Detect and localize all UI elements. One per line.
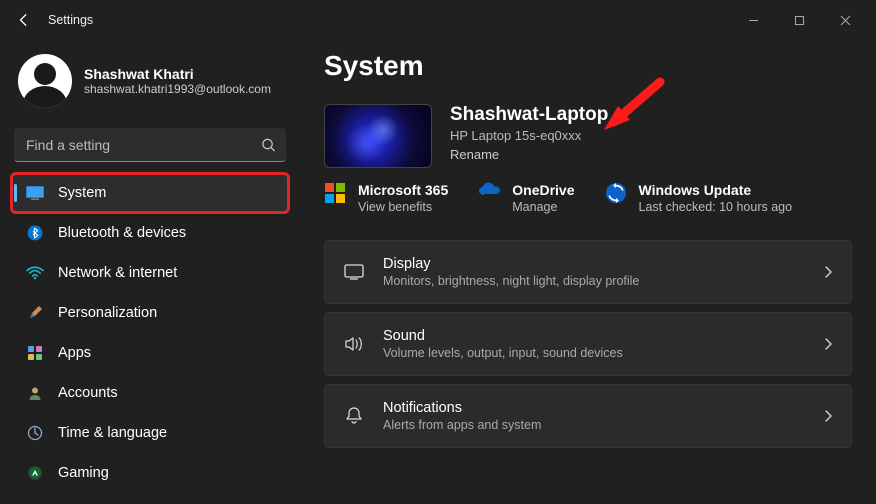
service-title: Windows Update	[639, 182, 793, 198]
window-controls	[730, 4, 868, 36]
display-icon	[343, 264, 365, 280]
close-icon	[840, 15, 851, 26]
sidebar-item-personalization[interactable]: Personalization	[12, 294, 288, 332]
search-wrap	[14, 128, 286, 162]
service-sub: Manage	[512, 200, 574, 214]
avatar	[18, 54, 72, 108]
device-model: HP Laptop 15s-eq0xxx	[450, 128, 608, 143]
settings-card-notifications[interactable]: Notifications Alerts from apps and syste…	[324, 384, 852, 448]
sidebar-item-label: Gaming	[58, 465, 109, 481]
page-title: System	[324, 50, 852, 82]
clock-globe-icon	[26, 424, 44, 442]
profile-block[interactable]: Shashwat Khatri shashwat.khatri1993@outl…	[12, 48, 288, 122]
device-thumbnail[interactable]	[324, 104, 432, 168]
maximize-button[interactable]	[776, 4, 822, 36]
card-sub: Volume levels, output, input, sound devi…	[383, 346, 623, 360]
device-name: Shashwat-Laptop	[450, 104, 608, 126]
window-title: Settings	[48, 13, 93, 27]
card-sub: Alerts from apps and system	[383, 418, 541, 432]
sidebar-item-accounts[interactable]: Accounts	[12, 374, 288, 412]
sidebar-item-label: System	[58, 185, 106, 201]
service-onedrive[interactable]: OneDrive Manage	[478, 182, 574, 214]
sidebar-item-label: Accounts	[58, 385, 118, 401]
settings-card-sound[interactable]: Sound Volume levels, output, input, soun…	[324, 312, 852, 376]
accounts-icon	[26, 384, 44, 402]
sidebar-item-label: Bluetooth & devices	[58, 225, 186, 241]
minimize-icon	[748, 15, 759, 26]
apps-icon	[26, 344, 44, 362]
card-title: Notifications	[383, 400, 541, 416]
bell-icon	[343, 407, 365, 425]
sidebar-item-label: Personalization	[58, 305, 157, 321]
chevron-right-icon	[824, 409, 833, 423]
rename-link[interactable]: Rename	[450, 147, 608, 162]
sidebar-nav: System Bluetooth & devices Network & int…	[12, 174, 288, 492]
sidebar-item-time-language[interactable]: Time & language	[12, 414, 288, 452]
service-title: Microsoft 365	[358, 182, 448, 198]
service-title: OneDrive	[512, 182, 574, 198]
chevron-right-icon	[824, 337, 833, 351]
service-microsoft365[interactable]: Microsoft 365 View benefits	[324, 182, 448, 214]
card-title: Display	[383, 256, 639, 272]
maximize-icon	[794, 15, 805, 26]
sidebar-item-label: Time & language	[58, 425, 167, 441]
sidebar-item-apps[interactable]: Apps	[12, 334, 288, 372]
titlebar: Settings	[0, 0, 876, 40]
settings-card-display[interactable]: Display Monitors, brightness, night ligh…	[324, 240, 852, 304]
device-info: Shashwat-Laptop HP Laptop 15s-eq0xxx Ren…	[324, 104, 852, 168]
system-icon	[26, 184, 44, 202]
search-input[interactable]	[14, 128, 286, 162]
paintbrush-icon	[26, 304, 44, 322]
sidebar-item-network[interactable]: Network & internet	[12, 254, 288, 292]
service-windows-update[interactable]: Windows Update Last checked: 10 hours ag…	[605, 182, 793, 214]
onedrive-icon	[478, 182, 500, 204]
wifi-icon	[26, 264, 44, 282]
bluetooth-icon	[26, 224, 44, 242]
service-sub: View benefits	[358, 200, 448, 214]
sidebar-item-gaming[interactable]: Gaming	[12, 454, 288, 492]
gaming-icon	[26, 464, 44, 482]
sidebar-item-bluetooth[interactable]: Bluetooth & devices	[12, 214, 288, 252]
search-icon	[261, 138, 276, 153]
card-title: Sound	[383, 328, 623, 344]
service-sub: Last checked: 10 hours ago	[639, 200, 793, 214]
sidebar: Shashwat Khatri shashwat.khatri1993@outl…	[0, 40, 300, 504]
services-row: Microsoft 365 View benefits OneDrive Man…	[324, 182, 852, 214]
sidebar-item-label: Apps	[58, 345, 91, 361]
sound-icon	[343, 336, 365, 352]
back-button[interactable]	[8, 4, 40, 36]
sidebar-item-label: Network & internet	[58, 265, 177, 281]
close-button[interactable]	[822, 4, 868, 36]
arrow-left-icon	[17, 13, 31, 27]
update-icon	[605, 182, 627, 204]
profile-email: shashwat.khatri1993@outlook.com	[84, 82, 271, 96]
profile-name: Shashwat Khatri	[84, 66, 271, 82]
minimize-button[interactable]	[730, 4, 776, 36]
sidebar-item-system[interactable]: System	[12, 174, 288, 212]
content-area: System Shashwat-Laptop HP Laptop 15s-eq0…	[300, 40, 876, 504]
microsoft-icon	[324, 182, 346, 204]
chevron-right-icon	[824, 265, 833, 279]
card-sub: Monitors, brightness, night light, displ…	[383, 274, 639, 288]
